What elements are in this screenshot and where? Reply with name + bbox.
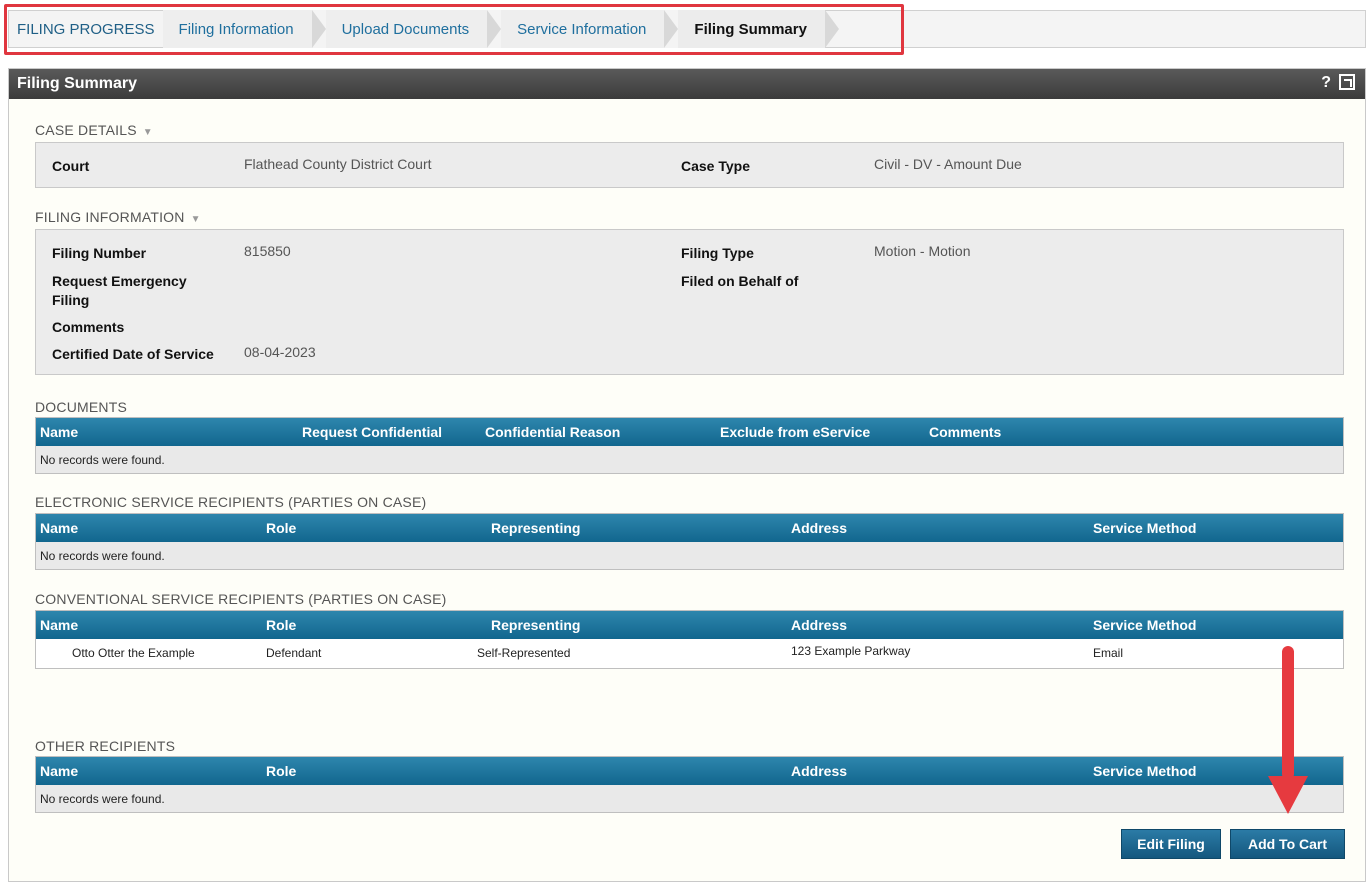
panel-header: Filing Summary ?: [9, 69, 1365, 99]
table-header: Name Role Address Service Method: [36, 757, 1343, 785]
col-name[interactable]: Name: [40, 763, 78, 779]
col-service-method[interactable]: Service Method: [1093, 520, 1196, 536]
filing-number-value: 815850: [244, 243, 291, 259]
popout-icon[interactable]: [1339, 74, 1355, 90]
step-label: Filing Information: [178, 20, 294, 38]
filing-number-label: Filing Number: [52, 245, 147, 261]
filing-summary-panel: Filing Summary ? CASE DETAILS ▼ Court Fla…: [8, 68, 1366, 882]
col-role[interactable]: Role: [266, 763, 296, 779]
step-label: Filing Summary: [694, 20, 807, 38]
step-chevron-icon: [824, 10, 839, 48]
col-representing[interactable]: Representing: [491, 520, 580, 536]
empty-message: No records were found.: [40, 549, 165, 563]
step-label: Upload Documents: [341, 20, 470, 38]
conventional-recipients-table: Name Role Representing Address Service M…: [35, 610, 1344, 669]
case-details-header[interactable]: CASE DETAILS ▼: [35, 122, 153, 138]
col-service-method[interactable]: Service Method: [1093, 617, 1196, 633]
court-label: Court: [52, 158, 90, 174]
filing-progress-bar: FILING PROGRESS Filing Information Uploa…: [8, 10, 1366, 48]
documents-title: DOCUMENTS: [35, 399, 127, 415]
recipient-name: Otto Otter the Example: [72, 646, 195, 660]
table-empty-row: No records were found.: [36, 785, 1343, 812]
emergency-label: Request Emergency: [52, 273, 187, 289]
table-empty-row: No records were found.: [36, 542, 1343, 569]
electronic-recipients-title: ELECTRONIC SERVICE RECIPIENTS (PARTIES O…: [35, 494, 426, 510]
filing-information-box: Filing Number 815850 Request Emergency F…: [35, 229, 1344, 375]
step-label: Service Information: [517, 20, 647, 38]
col-service-method[interactable]: Service Method: [1093, 763, 1196, 779]
step-upload-documents[interactable]: Upload Documents: [325, 10, 502, 48]
conventional-recipients-title: CONVENTIONAL SERVICE RECIPIENTS (PARTIES…: [35, 591, 446, 607]
section-title: FILING INFORMATION: [35, 209, 185, 225]
filing-type-label: Filing Type: [681, 245, 754, 261]
filing-information-header[interactable]: FILING INFORMATION ▼: [35, 209, 201, 225]
other-recipients-table: Name Role Address Service Method No reco…: [35, 756, 1344, 813]
col-role[interactable]: Role: [266, 617, 296, 633]
step-filing-summary[interactable]: Filing Summary: [678, 10, 839, 48]
panel-title: Filing Summary: [17, 75, 138, 92]
certified-date-value: 08-04-2023: [244, 344, 316, 360]
recipient-representing: Self-Represented: [477, 646, 571, 660]
filing-progress-label: FILING PROGRESS: [17, 20, 155, 38]
case-details-box: Court Flathead County District Court Cas…: [35, 142, 1344, 188]
section-title: CONVENTIONAL SERVICE RECIPIENTS (PARTIES…: [35, 591, 447, 607]
step-filing-information[interactable]: Filing Information: [162, 10, 326, 48]
step-service-information[interactable]: Service Information: [501, 10, 679, 48]
edit-filing-button[interactable]: Edit Filing: [1121, 829, 1221, 859]
table-empty-row: No records were found.: [36, 446, 1343, 473]
recipient-service-method: Email: [1093, 646, 1124, 660]
annotation-arrow-shaft: [1282, 646, 1294, 780]
col-address[interactable]: Address: [791, 763, 847, 779]
other-recipients-title: OTHER RECIPIENTS: [35, 738, 175, 754]
comments-label: Comments: [52, 319, 125, 335]
emergency-label-cont: Filing: [52, 292, 90, 308]
empty-message: No records were found.: [40, 792, 165, 806]
col-confidential-reason[interactable]: Confidential Reason: [485, 424, 620, 440]
step-chevron-icon: [487, 10, 502, 48]
col-comments[interactable]: Comments: [929, 424, 1001, 440]
recipient-role: Defendant: [266, 646, 322, 660]
table-header: Name Role Representing Address Service M…: [36, 611, 1343, 639]
certified-date-label: Certified Date of Service: [52, 346, 214, 362]
table-header: Name Request Confidential Confidential R…: [36, 418, 1343, 446]
col-name[interactable]: Name: [40, 617, 78, 633]
filing-type-value: Motion - Motion: [874, 243, 971, 259]
collapse-caret-icon: ▼: [190, 214, 201, 225]
electronic-recipients-table: Name Role Representing Address Service M…: [35, 513, 1344, 570]
col-representing[interactable]: Representing: [491, 617, 580, 633]
annotation-arrow-icon: [1268, 776, 1308, 814]
table-row[interactable]: Otto Otter the Example Defendant Self-Re…: [36, 639, 1343, 668]
add-to-cart-button[interactable]: Add To Cart: [1230, 829, 1345, 859]
help-icon[interactable]: ?: [1321, 74, 1331, 92]
filed-on-behalf-label: Filed on Behalf of: [681, 273, 799, 289]
table-header: Name Role Representing Address Service M…: [36, 514, 1343, 542]
section-title: CASE DETAILS: [35, 122, 137, 138]
section-title: ELECTRONIC SERVICE RECIPIENTS (PARTIES O…: [35, 494, 427, 510]
col-name[interactable]: Name: [40, 424, 78, 440]
step-chevron-icon: [311, 10, 326, 48]
step-chevron-icon: [664, 10, 679, 48]
col-address[interactable]: Address: [791, 617, 847, 633]
court-value: Flathead County District Court: [244, 156, 432, 172]
collapse-caret-icon: ▼: [142, 127, 153, 138]
col-request-confidential[interactable]: Request Confidential: [302, 424, 442, 440]
case-type-value: Civil - DV - Amount Due: [874, 156, 1022, 172]
section-title: OTHER RECIPIENTS: [35, 738, 176, 754]
col-exclude-eservice[interactable]: Exclude from eService: [720, 424, 870, 440]
col-name[interactable]: Name: [40, 520, 78, 536]
case-type-label: Case Type: [681, 158, 750, 174]
empty-message: No records were found.: [40, 453, 165, 467]
recipient-address: 123 Example Parkway: [791, 644, 911, 658]
col-role[interactable]: Role: [266, 520, 296, 536]
col-address[interactable]: Address: [791, 520, 847, 536]
section-title: DOCUMENTS: [35, 399, 128, 415]
documents-table: Name Request Confidential Confidential R…: [35, 417, 1344, 474]
